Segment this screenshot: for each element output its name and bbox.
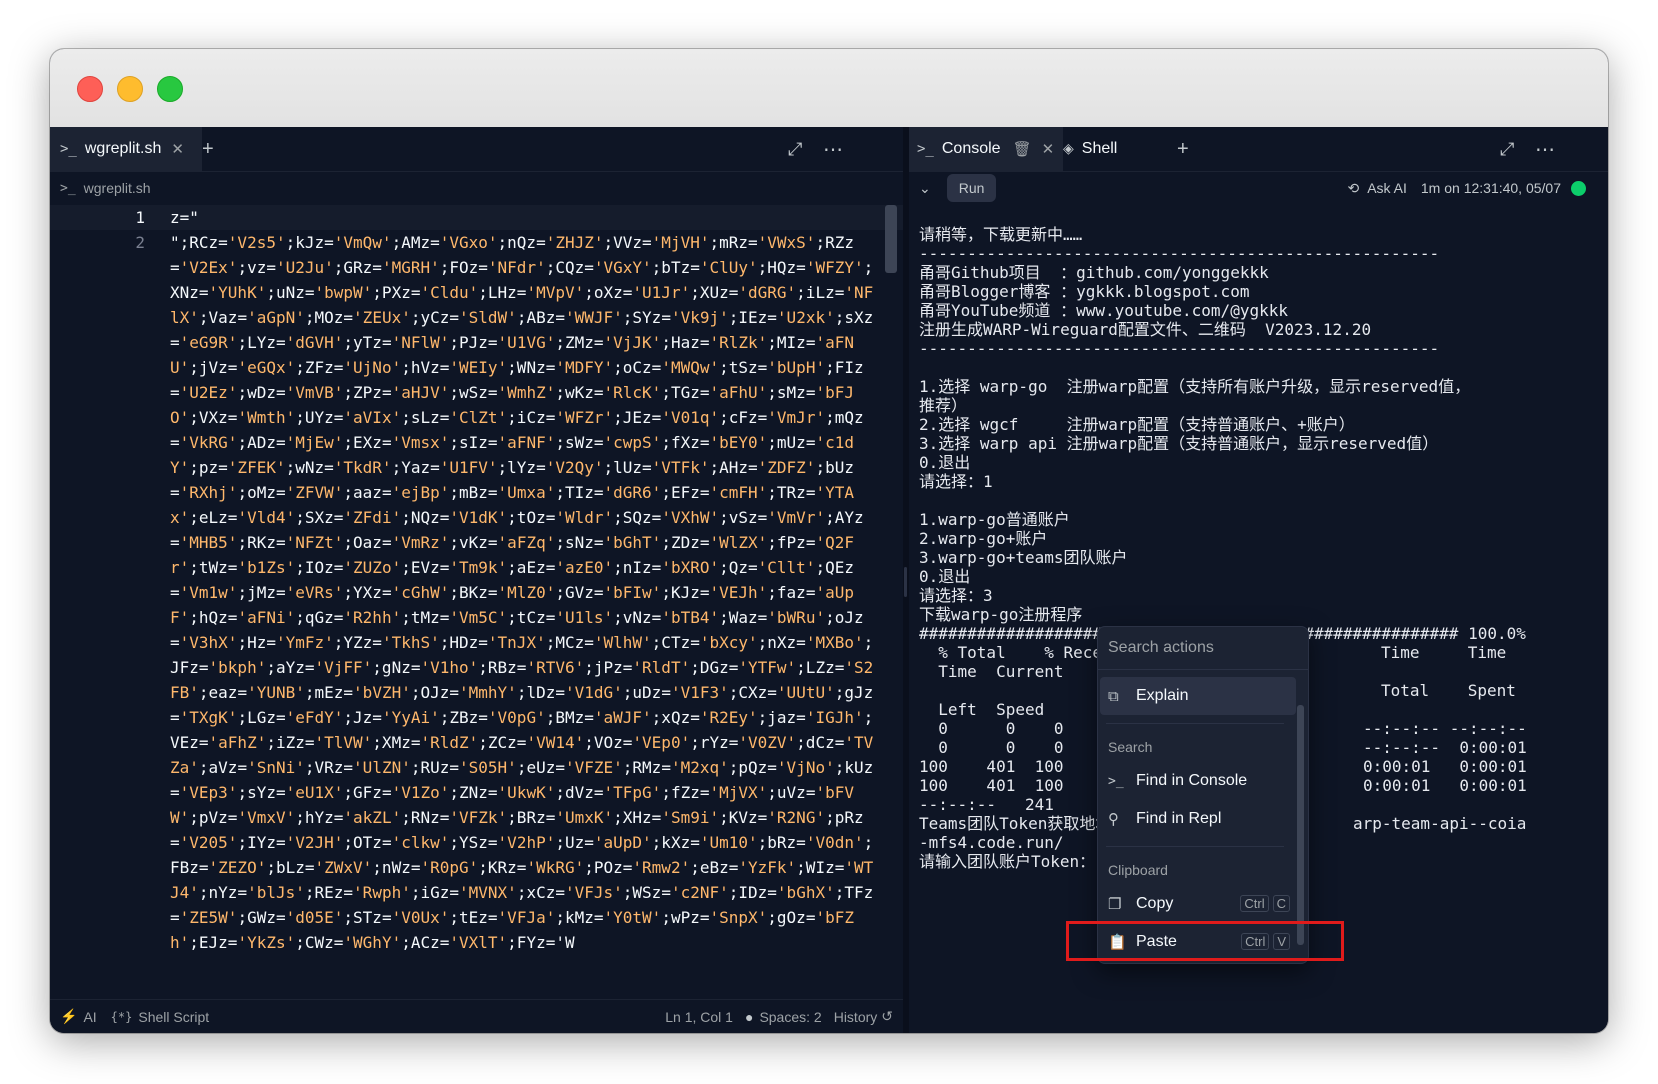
menu-scrollbar[interactable] [1297, 705, 1304, 945]
language-mode[interactable]: Shell Script [138, 1009, 209, 1025]
dot-icon: ● [744, 1008, 754, 1025]
clear-console-icon[interactable]: 🗑 [1013, 140, 1032, 158]
status-bar: ⚡ AI {*} Shell Script Ln 1, Col 1 ● Spac… [50, 999, 903, 1033]
paste-highlight-box [1066, 921, 1344, 961]
tab-label: Shell [1081, 140, 1118, 157]
close-window-button[interactable] [77, 76, 103, 102]
tab-wgreplit[interactable]: >_ wgreplit.sh ✕ [50, 127, 202, 171]
add-tab-button[interactable]: + [1177, 127, 1189, 171]
tab-label: wgreplit.sh [84, 140, 162, 157]
add-tab-button[interactable]: + [202, 127, 214, 171]
editor-scrollbar[interactable] [885, 205, 897, 273]
terminal-text-right: 0:00:01 0:00:01 [1363, 776, 1527, 795]
breadcrumb: >_ wgreplit.sh [50, 171, 903, 205]
editor-pane: >_ wgreplit.sh ✕ + ⤢ ⋯ >_ wgreplit.sh 1 … [50, 127, 903, 1033]
line-number: 2 [135, 233, 145, 252]
context-menu: Search actions ⧉ Explain Search >_ Find … [1097, 626, 1309, 964]
ask-ai-icon: ⟲ [1347, 179, 1360, 196]
terminal-text-right: --:--:-- 0:00:01 [1363, 738, 1527, 757]
console-toolbar: ⌄ Run ⟲ Ask AI 1m on 12:31:40, 05/07 [909, 171, 1608, 205]
terminal-text-right: Time Time [1381, 643, 1507, 662]
console-icon: >_ [1108, 773, 1124, 789]
run-button[interactable]: Run [946, 174, 997, 202]
close-tab-icon[interactable]: ✕ [171, 140, 184, 158]
minimize-window-button[interactable] [117, 76, 143, 102]
language-icon: {*} [110, 1009, 133, 1024]
more-icon[interactable]: ⋯ [823, 127, 843, 171]
section-search-label: Search [1108, 739, 1153, 755]
explain-label: Explain [1136, 687, 1189, 704]
tab-shell[interactable]: ◈ Shell [1055, 127, 1173, 171]
tab-console[interactable]: >_ Console 🗑 ✕ [909, 127, 1063, 171]
search-actions-input[interactable]: Search actions [1098, 627, 1308, 670]
terminal-text-right: Total Spent [1381, 681, 1516, 700]
editor-tabbar: >_ wgreplit.sh ✕ + ⤢ ⋯ [50, 127, 903, 172]
shell-icon: ◈ [1063, 141, 1074, 157]
ai-button[interactable]: AI [83, 1009, 96, 1025]
close-tab-icon[interactable]: ✕ [1042, 140, 1055, 158]
find-in-repl-item[interactable]: ⚲ Find in Repl [1100, 800, 1296, 838]
history-icon: ↺ [881, 1008, 893, 1024]
app-window: >_ wgreplit.sh ✕ + ⤢ ⋯ >_ wgreplit.sh 1 … [50, 49, 1608, 1033]
console-icon: >_ [917, 141, 934, 157]
chevron-down-icon[interactable]: ⌄ [919, 180, 931, 197]
status-dot-icon [1571, 180, 1586, 196]
expand-icon[interactable]: ⤢ [788, 127, 802, 171]
shell-icon: >_ [60, 180, 76, 196]
cursor-position[interactable]: Ln 1, Col 1 [665, 1009, 733, 1025]
ai-icon: ⚡ [60, 1008, 78, 1024]
spaces-setting[interactable]: Spaces: 2 [759, 1009, 821, 1025]
line-gutter: 1 2 [50, 205, 150, 1000]
console-tabbar: >_ Console 🗑 ✕ ◈ Shell + ⤢ ⋯ [909, 127, 1608, 172]
title-bar [50, 49, 1608, 128]
find-repl-label: Find in Repl [1136, 810, 1222, 827]
history-button[interactable]: History [834, 1009, 878, 1025]
breadcrumb-file[interactable]: wgreplit.sh [84, 180, 151, 196]
terminal-text-right: --:--:-- --:--:-- [1363, 719, 1527, 738]
copy-item[interactable]: ❐ Copy Ctrl C [1100, 885, 1296, 923]
more-icon[interactable]: ⋯ [1535, 127, 1555, 171]
shortcut-key: Ctrl [1240, 895, 1269, 912]
section-clipboard-label: Clipboard [1108, 862, 1168, 878]
code-content[interactable]: z=" ";RCz='V2s5';kJz='VmQw';AMz='VGxo';n… [170, 205, 882, 955]
explain-item[interactable]: ⧉ Explain [1100, 677, 1296, 715]
run-info: 1m on 12:31:40, 05/07 [1420, 180, 1561, 196]
terminal-text-right: 0:00:01 0:00:01 [1363, 757, 1527, 776]
tab-label: Console [941, 140, 1001, 157]
shell-icon: >_ [60, 141, 77, 157]
search-icon: ⚲ [1108, 810, 1119, 828]
terminal-text-right: arp-team-api--coia [1353, 814, 1527, 833]
copy-icon: ❐ [1108, 895, 1122, 913]
line-number: 1 [135, 208, 145, 227]
find-console-label: Find in Console [1136, 772, 1248, 789]
find-in-console-item[interactable]: >_ Find in Console [1100, 762, 1296, 800]
ask-ai-button[interactable]: Ask AI [1367, 180, 1407, 196]
shortcut-key: C [1272, 895, 1290, 912]
expand-icon[interactable]: ⤢ [1500, 127, 1514, 171]
code-editor[interactable]: 1 2 z=" ";RCz='V2s5';kJz='VmQw';AMz='VGx… [50, 205, 903, 1000]
zoom-window-button[interactable] [157, 76, 183, 102]
copy-label: Copy [1136, 895, 1174, 912]
explain-icon: ⧉ [1108, 687, 1119, 705]
